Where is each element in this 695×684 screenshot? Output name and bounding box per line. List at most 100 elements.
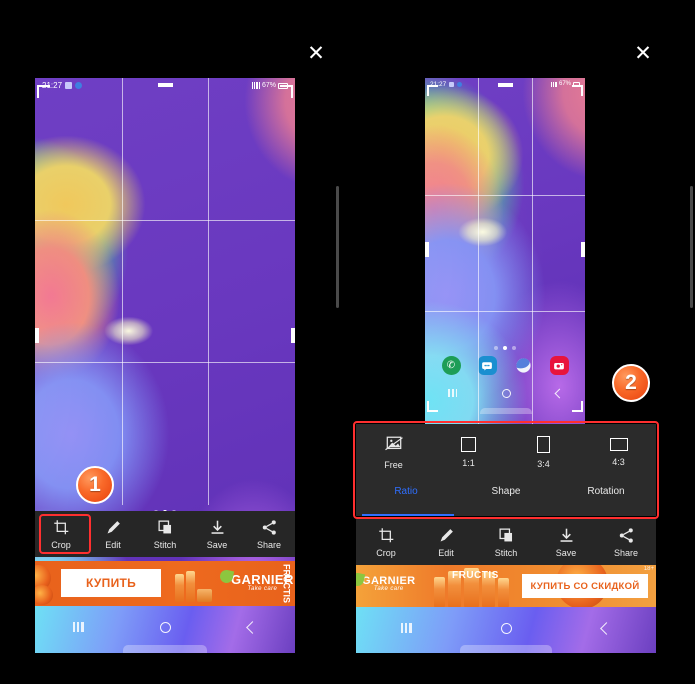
ratio-row: Free 1:1 3:4 4:3 <box>356 424 656 476</box>
camera-app-icon[interactable] <box>549 356 569 375</box>
ad-brand: GARNIER Take care <box>356 571 416 592</box>
messages-app-icon[interactable] <box>477 356 497 375</box>
stitch-icon <box>498 527 515 544</box>
home-button[interactable] <box>501 388 511 398</box>
battery-percent: 67% <box>261 82 276 89</box>
toolbar-label-share: Share <box>256 539 282 550</box>
ratio-label-free: Free <box>384 460 403 470</box>
recents-button[interactable] <box>400 623 412 633</box>
battery-icon <box>573 81 580 87</box>
right-phone-screenshot: 21:27 67% ✆ <box>425 78 585 428</box>
recents-button[interactable] <box>447 389 457 397</box>
ratio-label-3-4: 3:4 <box>537 459 550 469</box>
free-crop-icon <box>384 435 403 454</box>
left-panel: ✕ 21:27 67% Crop Edit Stitch Save Share … <box>0 0 347 684</box>
ratio-option-1-1[interactable]: 1:1 <box>431 437 506 468</box>
back-button[interactable] <box>600 621 614 635</box>
ratio-label-1-1: 1:1 <box>462 458 475 468</box>
app-status-icon <box>75 82 83 89</box>
ratio-option-3-4[interactable]: 3:4 <box>506 436 581 469</box>
portrait-icon <box>537 436 550 453</box>
toolbar-label-crop: Crop <box>376 547 396 558</box>
square-icon <box>461 437 476 452</box>
crop-icon <box>53 519 70 536</box>
screenshot-root: ✕ 21:27 67% Crop Edit Stitch Save Share … <box>0 0 695 684</box>
download-icon <box>558 527 575 544</box>
recents-button[interactable] <box>73 622 85 632</box>
pencil-icon <box>105 519 122 536</box>
right-panel-scroll-edge[interactable] <box>690 186 693 308</box>
status-time: 21:27 <box>430 80 447 88</box>
browser-app-icon[interactable] <box>514 356 533 375</box>
ad-product-name: FRUCTIS <box>281 564 292 603</box>
step-badge-2: 2 <box>612 364 650 402</box>
ad-banner[interactable]: GARNIER Take care FRUCTIS КУПИТЬ СО СКИД… <box>356 565 656 607</box>
page-dot <box>512 346 516 350</box>
ratio-label-4-3: 4:3 <box>612 457 625 467</box>
stitch-icon <box>157 519 174 536</box>
gallery-status-icon <box>449 81 455 87</box>
editor-toolbar: Crop Edit Stitch Save Share <box>356 519 656 565</box>
toolbar-item-stitch[interactable]: Stitch <box>476 527 536 558</box>
status-bar: 21:27 67% <box>35 78 295 93</box>
toolbar-label-crop: Crop <box>51 539 71 550</box>
toolbar-label-edit: Edit <box>438 547 454 558</box>
gesture-handle <box>123 645 207 653</box>
tab-ratio[interactable]: Ratio <box>356 486 456 497</box>
signal-icon <box>251 82 260 89</box>
toolbar-item-edit[interactable]: Edit <box>87 519 139 550</box>
share-icon <box>261 519 278 536</box>
tab-rotation[interactable]: Rotation <box>556 486 656 497</box>
home-button[interactable] <box>160 621 172 633</box>
status-time: 21:27 <box>42 81 63 90</box>
toolbar-label-save: Save <box>206 539 228 550</box>
right-panel: ✕ 21:27 67% ✆ Free 1:1 3:4 4:3 Ratio Sha… <box>348 0 695 684</box>
toolbar-item-edit[interactable]: Edit <box>416 527 476 558</box>
battery-percent: 67% <box>558 81 571 87</box>
ratio-option-4-3[interactable]: 4:3 <box>581 438 656 467</box>
toolbar-item-save[interactable]: Save <box>536 527 596 558</box>
crop-tabs: Ratio Shape Rotation <box>356 476 656 506</box>
left-panel-scroll-edge[interactable] <box>336 186 339 308</box>
toolbar-item-save[interactable]: Save <box>191 519 243 550</box>
page-dot <box>494 346 498 350</box>
phone-bottom-strip <box>356 607 656 653</box>
phone-app-icon[interactable]: ✆ <box>441 356 461 375</box>
ad-product-name: FRUCTIS <box>452 570 499 581</box>
back-button[interactable] <box>554 388 564 398</box>
ad-cta-button[interactable]: КУПИТЬ СО СКИДКОЙ <box>522 574 648 598</box>
page-dot-active <box>503 346 507 350</box>
toolbar-label-share: Share <box>613 547 639 558</box>
pencil-icon <box>438 527 455 544</box>
ad-cta-button[interactable]: КУПИТЬ <box>61 569 161 597</box>
ratio-option-free[interactable]: Free <box>356 435 431 470</box>
age-rating: 18+ <box>643 566 654 572</box>
crop-options-panel: Free 1:1 3:4 4:3 Ratio Shape Rotation <box>356 424 656 516</box>
toolbar-label-stitch: Stitch <box>494 547 518 558</box>
back-button[interactable] <box>245 620 259 634</box>
toolbar-item-share[interactable]: Share <box>243 519 295 550</box>
toolbar-label-save: Save <box>555 547 577 558</box>
gesture-handle <box>480 408 532 414</box>
close-icon[interactable]: ✕ <box>630 40 656 66</box>
active-tab-indicator <box>362 514 454 516</box>
app-dock: ✆ <box>425 356 585 375</box>
toolbar-item-crop[interactable]: Crop <box>35 519 87 550</box>
step-badge-1: 1 <box>76 466 114 504</box>
toolbar-label-stitch: Stitch <box>153 539 177 550</box>
home-button[interactable] <box>501 622 513 634</box>
toolbar-item-share[interactable]: Share <box>596 527 656 558</box>
tab-shape[interactable]: Shape <box>456 486 556 497</box>
signal-icon <box>550 81 557 87</box>
close-icon[interactable]: ✕ <box>303 40 329 66</box>
navigation-bar <box>356 615 656 641</box>
download-icon <box>209 519 226 536</box>
ad-banner[interactable]: КУПИТЬ GARNIER Take care FRUCTIS <box>35 561 295 606</box>
papaya-image <box>35 585 53 605</box>
battery-icon <box>278 82 288 89</box>
toolbar-item-crop[interactable]: Crop <box>356 527 416 558</box>
crop-icon <box>378 527 395 544</box>
toolbar-item-stitch[interactable]: Stitch <box>139 519 191 550</box>
navigation-bar <box>425 383 585 403</box>
wallpaper <box>425 78 585 428</box>
